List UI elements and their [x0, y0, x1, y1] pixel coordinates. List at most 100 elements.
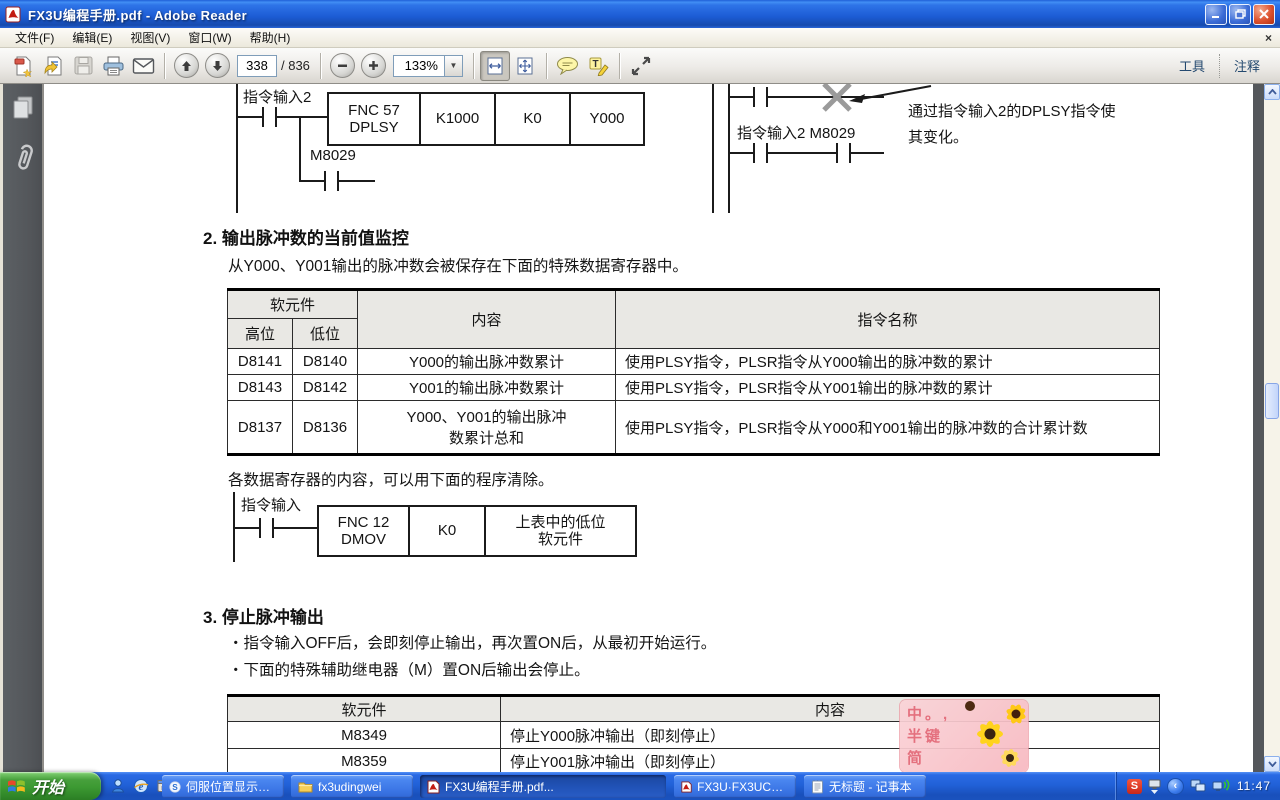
email-button[interactable] — [128, 51, 158, 81]
ladder-line — [299, 116, 301, 182]
table-cell: Y000的输出脉冲数累计 — [358, 349, 616, 375]
instruction-cell: K0 — [410, 507, 486, 555]
internet-explorer-icon[interactable]: e — [133, 778, 149, 794]
task-button-servo-question[interactable]: S 伺服位置显示问题... — [162, 775, 284, 798]
sogou-ime-tray-icon[interactable]: S — [1127, 779, 1142, 794]
start-button[interactable]: 开始 — [0, 772, 101, 800]
chevron-down-icon[interactable]: ▼ — [445, 55, 463, 77]
menu-view[interactable]: 视图(V) — [121, 27, 179, 48]
task-button-label: FX3U·FX3UC用户... — [697, 778, 789, 795]
menu-edit[interactable]: 编辑(E) — [63, 27, 121, 48]
zoom-level-combo[interactable]: 133% ▼ — [393, 55, 463, 77]
display-tray-icon — [1148, 779, 1161, 790]
ladder-line — [236, 116, 329, 118]
menu-window[interactable]: 窗口(W) — [179, 27, 240, 48]
scroll-up-button[interactable] — [1264, 84, 1280, 100]
toolbar-separator — [473, 53, 474, 79]
print-button[interactable] — [98, 51, 128, 81]
speech-balloon-icon — [556, 56, 579, 75]
ladder-label: 指令输入2 — [243, 86, 311, 107]
table-row: D8137 D8136 Y000、Y001的输出脉冲 数累计总和 使用PLSY指… — [228, 401, 1160, 455]
page-total-label: / 836 — [281, 58, 310, 73]
zoom-level-value[interactable]: 133% — [393, 55, 445, 77]
title-bar: FX3U编程手册.pdf - Adobe Reader — [0, 0, 1280, 28]
hide-inactive-icons-button[interactable]: ‹ — [1167, 778, 1184, 795]
ime-status-overlay[interactable]: 中。, 半键 简 — [900, 700, 1028, 772]
next-page-button[interactable] — [205, 53, 230, 78]
previous-page-button[interactable] — [174, 53, 199, 78]
table-header: 指令名称 — [616, 290, 1160, 349]
network-status-icon[interactable] — [1190, 779, 1206, 793]
register-table: 软元件 内容 指令名称 高位 低位 D8141 D8140 Y000的输出脉冲数… — [227, 288, 1160, 456]
zoom-in-button[interactable] — [361, 53, 386, 78]
table-cell: 停止Y000脉冲输出（即刻停止） — [501, 722, 1160, 749]
fit-width-icon — [485, 56, 505, 76]
comment-panel-button[interactable]: 注释 — [1234, 56, 1260, 75]
messenger-icon[interactable] — [110, 778, 126, 794]
task-button-label: fx3udingwei — [318, 780, 381, 794]
svg-text:S: S — [172, 783, 178, 792]
instruction-cell: 上表中的低位 软元件 — [486, 507, 635, 555]
fullscreen-arrows-icon — [631, 56, 651, 76]
instruction-block: FNC 57 DPLSY K1000 K0 Y000 — [327, 92, 645, 146]
toolbar-separator — [320, 53, 321, 79]
instruction-cell: FNC 12 DMOV — [319, 507, 410, 555]
scrollbar-thumb[interactable] — [1265, 383, 1279, 419]
task-button-notepad[interactable]: 无标题 - 记事本 — [804, 775, 926, 798]
add-comment-button[interactable] — [553, 51, 583, 81]
highlight-text-button[interactable]: T — [583, 51, 613, 81]
table-cell: D8136 — [293, 401, 358, 455]
vertical-scrollbar[interactable] — [1264, 84, 1280, 772]
toolbar-separator — [546, 53, 547, 79]
table-cell: D8142 — [293, 375, 358, 401]
contact-symbol — [836, 143, 851, 163]
ime-mode-text: 半键 — [907, 725, 943, 746]
save-button[interactable] — [68, 51, 98, 81]
wireless-network-icon[interactable] — [1212, 779, 1231, 793]
scroll-down-button[interactable] — [1264, 756, 1280, 772]
toolbar-dotted-separator — [1219, 54, 1220, 78]
pane-close-icon[interactable]: × — [1265, 32, 1272, 44]
task-button-pdf-active[interactable]: FX3U编程手册.pdf... — [420, 775, 666, 798]
fit-page-button[interactable] — [510, 51, 540, 81]
table-cell: Y001的输出脉冲数累计 — [358, 375, 616, 401]
zoom-out-button[interactable] — [330, 53, 355, 78]
instruction-cell: K0 — [496, 94, 571, 144]
minimize-button[interactable] — [1205, 4, 1227, 25]
fit-width-button[interactable] — [480, 51, 510, 81]
page-number-input[interactable] — [237, 55, 277, 77]
page-thumbnails-icon[interactable] — [10, 94, 36, 122]
table-cell: 使用PLSY指令，PLSR指令从Y000输出的脉冲数的累计 — [616, 349, 1160, 375]
plus-icon — [368, 60, 379, 71]
open-button[interactable] — [8, 51, 38, 81]
contact-symbol — [753, 87, 768, 107]
minus-icon — [337, 60, 348, 71]
menu-file[interactable]: 文件(F) — [6, 27, 63, 48]
pdf-document-icon — [681, 780, 692, 794]
previous-view-button[interactable] — [38, 51, 68, 81]
display-tray-item[interactable] — [1148, 779, 1161, 794]
task-button-label: 无标题 - 记事本 — [829, 778, 912, 795]
fullscreen-button[interactable] — [626, 51, 656, 81]
menu-help[interactable]: 帮助(H) — [241, 27, 300, 48]
contact-symbol — [262, 107, 277, 127]
table-cell: D8141 — [228, 349, 293, 375]
highlighter-icon: T — [587, 56, 609, 76]
toolbar-right-links: 工具 注释 — [1179, 54, 1272, 78]
task-button-folder[interactable]: fx3udingwei — [291, 775, 413, 798]
paragraph: 从Y000、Y001输出的脉冲数会被保存在下面的特殊数据寄存器中。 — [228, 254, 688, 276]
restore-button[interactable] — [1229, 4, 1251, 25]
close-button[interactable] — [1253, 4, 1275, 25]
task-button-pdf-user-manual[interactable]: FX3U·FX3UC用户... — [674, 775, 796, 798]
tray-clock[interactable]: 11:47 — [1237, 779, 1271, 793]
table-cell: 使用PLSY指令，PLSR指令从Y001输出的脉冲数的累计 — [616, 375, 1160, 401]
ladder-label: 指令输入 — [241, 494, 301, 515]
attachments-paperclip-icon[interactable] — [11, 144, 35, 174]
table-cell: D8140 — [293, 349, 358, 375]
table-header: 低位 — [293, 319, 358, 349]
tools-panel-button[interactable]: 工具 — [1179, 56, 1205, 75]
chevron-down-icon — [1268, 761, 1277, 767]
chevron-down-icon — [1151, 790, 1158, 794]
table-cell: D8137 — [228, 401, 293, 455]
ladder-line — [728, 152, 884, 154]
